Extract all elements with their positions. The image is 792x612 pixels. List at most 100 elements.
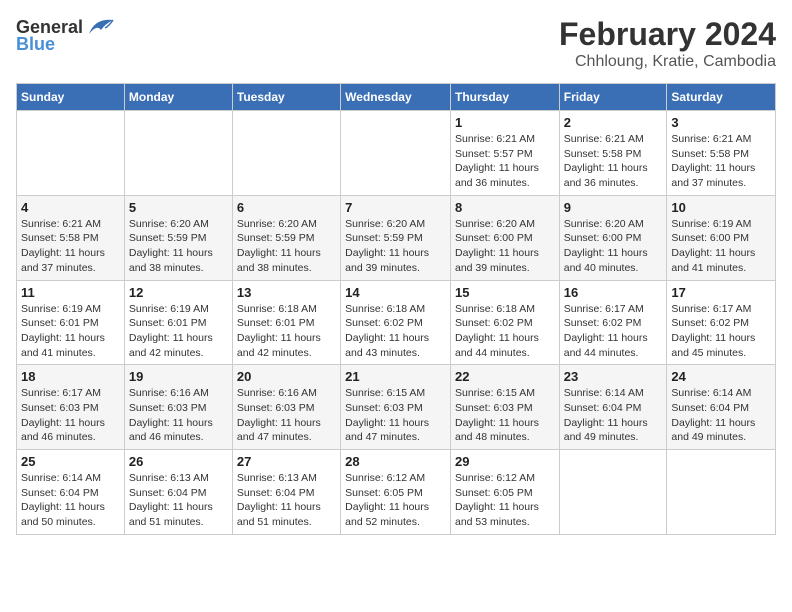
calendar-cell: 14 Sunrise: 6:18 AM Sunset: 6:02 PM Dayli… xyxy=(341,280,451,365)
weekday-header-friday: Friday xyxy=(559,84,667,111)
calendar-cell: 18 Sunrise: 6:17 AM Sunset: 6:03 PM Dayli… xyxy=(17,365,125,450)
day-info: Sunrise: 6:14 AM Sunset: 6:04 PM Dayligh… xyxy=(671,386,771,445)
day-number: 19 xyxy=(129,369,228,384)
day-info: Sunrise: 6:19 AM Sunset: 6:01 PM Dayligh… xyxy=(21,302,120,361)
calendar-cell: 2Sunrise: 6:21 AM Sunset: 5:58 PM Daylig… xyxy=(559,111,667,196)
calendar-cell: 10 Sunrise: 6:19 AM Sunset: 6:00 PM Dayli… xyxy=(667,195,776,280)
day-number: 17 xyxy=(671,285,771,300)
calendar-table: SundayMondayTuesdayWednesdayThursdayFrid… xyxy=(16,83,776,535)
calendar-cell: 11 Sunrise: 6:19 AM Sunset: 6:01 PM Dayli… xyxy=(17,280,125,365)
calendar-cell: 20 Sunrise: 6:16 AM Sunset: 6:03 PM Dayli… xyxy=(232,365,340,450)
calendar-cell: 25 Sunrise: 6:14 AM Sunset: 6:04 PM Dayli… xyxy=(17,450,125,535)
calendar-cell: 13Sunrise: 6:18 AM Sunset: 6:01 PM Dayli… xyxy=(232,280,340,365)
calendar-cell: 26 Sunrise: 6:13 AM Sunset: 6:04 PM Dayli… xyxy=(124,450,232,535)
weekday-header-thursday: Thursday xyxy=(450,84,559,111)
title-section: February 2024 Chhloung, Kratie, Cambodia xyxy=(559,16,776,71)
weekday-header-monday: Monday xyxy=(124,84,232,111)
weekday-header-saturday: Saturday xyxy=(667,84,776,111)
calendar-cell: 8Sunrise: 6:20 AM Sunset: 6:00 PM Daylig… xyxy=(450,195,559,280)
calendar-cell: 7 Sunrise: 6:20 AM Sunset: 5:59 PM Daylig… xyxy=(341,195,451,280)
calendar-cell: 21 Sunrise: 6:15 AM Sunset: 6:03 PM Dayli… xyxy=(341,365,451,450)
day-number: 22 xyxy=(455,369,555,384)
weekday-header-row: SundayMondayTuesdayWednesdayThursdayFrid… xyxy=(17,84,776,111)
calendar-cell: 22 Sunrise: 6:15 AM Sunset: 6:03 PM Dayli… xyxy=(450,365,559,450)
day-info: Sunrise: 6:20 AM Sunset: 5:59 PM Dayligh… xyxy=(129,217,228,276)
day-number: 5 xyxy=(129,200,228,215)
calendar-cell: 29Sunrise: 6:12 AM Sunset: 6:05 PM Dayli… xyxy=(450,450,559,535)
day-info: Sunrise: 6:16 AM Sunset: 6:03 PM Dayligh… xyxy=(129,386,228,445)
calendar-cell: 19 Sunrise: 6:16 AM Sunset: 6:03 PM Dayli… xyxy=(124,365,232,450)
weekday-header-wednesday: Wednesday xyxy=(341,84,451,111)
day-number: 26 xyxy=(129,454,228,469)
day-number: 1 xyxy=(455,115,555,130)
logo-blue-text: Blue xyxy=(16,34,55,55)
day-info: Sunrise: 6:15 AM Sunset: 6:03 PM Dayligh… xyxy=(345,386,446,445)
calendar-cell: 1 Sunrise: 6:21 AM Sunset: 5:57 PM Daylig… xyxy=(450,111,559,196)
day-number: 28 xyxy=(345,454,446,469)
calendar-week-4: 18 Sunrise: 6:17 AM Sunset: 6:03 PM Dayli… xyxy=(17,365,776,450)
day-info: Sunrise: 6:18 AM Sunset: 6:02 PM Dayligh… xyxy=(455,302,555,361)
day-number: 4 xyxy=(21,200,120,215)
calendar-cell xyxy=(232,111,340,196)
logo: General Blue xyxy=(16,16,117,55)
calendar-cell: 15 Sunrise: 6:18 AM Sunset: 6:02 PM Dayli… xyxy=(450,280,559,365)
day-info: Sunrise: 6:13 AM Sunset: 6:04 PM Dayligh… xyxy=(129,471,228,530)
day-number: 18 xyxy=(21,369,120,384)
day-info: Sunrise: 6:16 AM Sunset: 6:03 PM Dayligh… xyxy=(237,386,336,445)
day-number: 29 xyxy=(455,454,555,469)
calendar-cell: 16Sunrise: 6:17 AM Sunset: 6:02 PM Dayli… xyxy=(559,280,667,365)
day-number: 2 xyxy=(564,115,663,130)
calendar-cell: 3 Sunrise: 6:21 AM Sunset: 5:58 PM Daylig… xyxy=(667,111,776,196)
calendar-subtitle: Chhloung, Kratie, Cambodia xyxy=(559,53,776,71)
day-info: Sunrise: 6:20 AM Sunset: 6:00 PM Dayligh… xyxy=(455,217,555,276)
calendar-week-3: 11 Sunrise: 6:19 AM Sunset: 6:01 PM Dayli… xyxy=(17,280,776,365)
day-number: 9 xyxy=(564,200,663,215)
day-number: 21 xyxy=(345,369,446,384)
day-number: 12 xyxy=(129,285,228,300)
day-number: 3 xyxy=(671,115,771,130)
day-info: Sunrise: 6:17 AM Sunset: 6:02 PM Dayligh… xyxy=(671,302,771,361)
day-number: 11 xyxy=(21,285,120,300)
calendar-cell: 4 Sunrise: 6:21 AM Sunset: 5:58 PM Daylig… xyxy=(17,195,125,280)
calendar-cell xyxy=(667,450,776,535)
day-info: Sunrise: 6:18 AM Sunset: 6:01 PM Dayligh… xyxy=(237,302,336,361)
day-info: Sunrise: 6:14 AM Sunset: 6:04 PM Dayligh… xyxy=(564,386,663,445)
day-number: 10 xyxy=(671,200,771,215)
calendar-cell xyxy=(559,450,667,535)
day-info: Sunrise: 6:14 AM Sunset: 6:04 PM Dayligh… xyxy=(21,471,120,530)
day-number: 16 xyxy=(564,285,663,300)
calendar-title: February 2024 xyxy=(559,16,776,53)
day-number: 24 xyxy=(671,369,771,384)
day-info: Sunrise: 6:20 AM Sunset: 5:59 PM Dayligh… xyxy=(237,217,336,276)
calendar-cell: 28 Sunrise: 6:12 AM Sunset: 6:05 PM Dayli… xyxy=(341,450,451,535)
day-info: Sunrise: 6:19 AM Sunset: 6:01 PM Dayligh… xyxy=(129,302,228,361)
day-number: 20 xyxy=(237,369,336,384)
calendar-cell: 9 Sunrise: 6:20 AM Sunset: 6:00 PM Daylig… xyxy=(559,195,667,280)
calendar-cell: 12 Sunrise: 6:19 AM Sunset: 6:01 PM Dayli… xyxy=(124,280,232,365)
calendar-cell xyxy=(124,111,232,196)
calendar-cell: 24 Sunrise: 6:14 AM Sunset: 6:04 PM Dayli… xyxy=(667,365,776,450)
day-info: Sunrise: 6:21 AM Sunset: 5:58 PM Dayligh… xyxy=(671,132,771,191)
weekday-header-sunday: Sunday xyxy=(17,84,125,111)
day-number: 15 xyxy=(455,285,555,300)
day-info: Sunrise: 6:13 AM Sunset: 6:04 PM Dayligh… xyxy=(237,471,336,530)
day-number: 6 xyxy=(237,200,336,215)
calendar-cell: 23Sunrise: 6:14 AM Sunset: 6:04 PM Dayli… xyxy=(559,365,667,450)
day-info: Sunrise: 6:12 AM Sunset: 6:05 PM Dayligh… xyxy=(345,471,446,530)
weekday-header-tuesday: Tuesday xyxy=(232,84,340,111)
day-info: Sunrise: 6:18 AM Sunset: 6:02 PM Dayligh… xyxy=(345,302,446,361)
calendar-cell: 17 Sunrise: 6:17 AM Sunset: 6:02 PM Dayli… xyxy=(667,280,776,365)
day-info: Sunrise: 6:17 AM Sunset: 6:03 PM Dayligh… xyxy=(21,386,120,445)
day-info: Sunrise: 6:20 AM Sunset: 5:59 PM Dayligh… xyxy=(345,217,446,276)
day-number: 27 xyxy=(237,454,336,469)
day-number: 7 xyxy=(345,200,446,215)
day-number: 14 xyxy=(345,285,446,300)
day-info: Sunrise: 6:20 AM Sunset: 6:00 PM Dayligh… xyxy=(564,217,663,276)
day-info: Sunrise: 6:21 AM Sunset: 5:58 PM Dayligh… xyxy=(21,217,120,276)
logo-bird-icon xyxy=(85,16,117,38)
calendar-cell: 27 Sunrise: 6:13 AM Sunset: 6:04 PM Dayli… xyxy=(232,450,340,535)
day-info: Sunrise: 6:15 AM Sunset: 6:03 PM Dayligh… xyxy=(455,386,555,445)
day-number: 25 xyxy=(21,454,120,469)
day-info: Sunrise: 6:19 AM Sunset: 6:00 PM Dayligh… xyxy=(671,217,771,276)
day-info: Sunrise: 6:21 AM Sunset: 5:57 PM Dayligh… xyxy=(455,132,555,191)
